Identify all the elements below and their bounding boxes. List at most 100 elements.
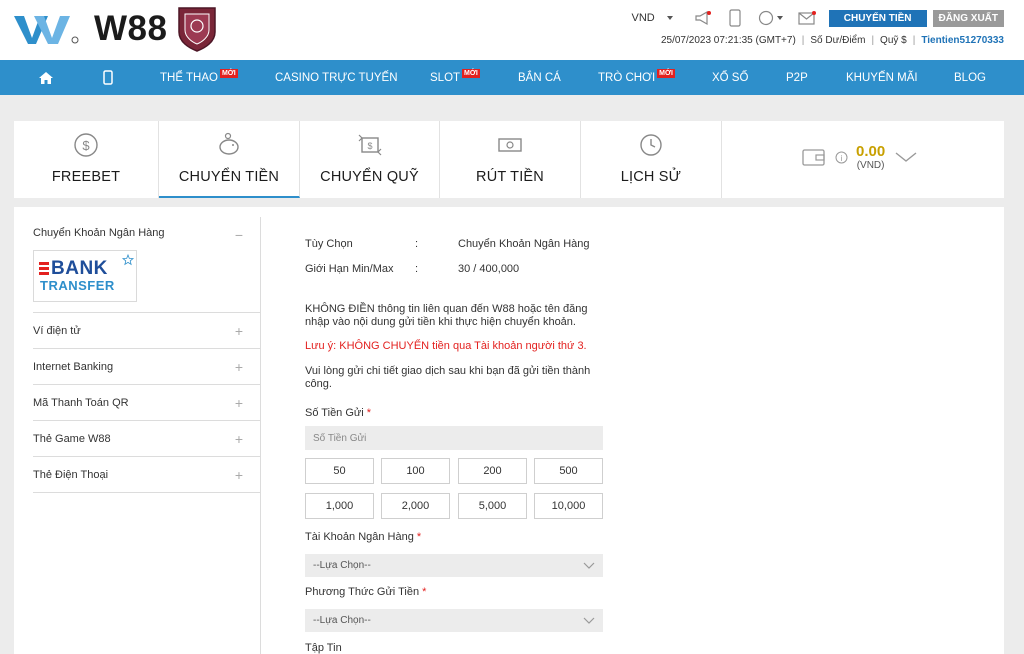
piggy-bank-icon xyxy=(219,132,239,155)
nav-mobile[interactable] xyxy=(103,60,113,95)
sidebar-item-qr-payment[interactable]: Mã Thanh Toán QR + xyxy=(33,385,261,421)
amount-preset-button[interactable]: 500 xyxy=(534,458,603,484)
tab-withdraw[interactable]: RÚT TIỀN xyxy=(440,121,581,198)
nav-home[interactable] xyxy=(38,60,54,95)
tab-history[interactable]: LỊCH SỬ xyxy=(581,121,722,198)
sidebar-item-game-card[interactable]: Thẻ Game W88 + xyxy=(33,421,261,457)
transfer-button[interactable]: CHUYỂN TIỀN xyxy=(828,9,927,27)
expand-icon[interactable]: + xyxy=(235,467,243,483)
divider: | xyxy=(801,35,805,46)
tab-deposit[interactable]: CHUYỂN TIỀN xyxy=(159,121,300,198)
tab-label: CHUYỂN TIỀN xyxy=(178,169,280,185)
amount-label-text: Số Tiền Gửi xyxy=(305,407,364,419)
nav-label: SLOT xyxy=(430,71,461,84)
expand-icon[interactable]: + xyxy=(235,323,243,339)
nav-label: P2P xyxy=(786,71,808,84)
option-label: Tùy Chọn xyxy=(305,238,353,250)
expand-icon[interactable]: + xyxy=(235,395,243,411)
w-logo-icon xyxy=(14,16,79,44)
colon: : xyxy=(415,238,419,250)
chevron-down-icon xyxy=(666,16,673,20)
nav-label: KHUYẾN MÃI xyxy=(846,71,918,84)
collapse-icon[interactable]: − xyxy=(235,227,243,243)
info-icon[interactable]: i xyxy=(835,151,848,164)
amount-preset-button[interactable]: 100 xyxy=(381,458,450,484)
amount-preset-button[interactable]: 2,000 xyxy=(381,493,450,519)
deposit-method-label-text: Phương Thức Gửi Tiền xyxy=(305,586,420,598)
bank-logo-line2: TRANSFER xyxy=(40,278,115,293)
tab-label: FREEBET xyxy=(51,169,121,185)
deposit-panel: Chuyển Khoản Ngân Hàng − BANK TRANSFER V… xyxy=(14,207,1004,654)
deposit-method-select[interactable]: --Lựa Chọn-- xyxy=(305,609,603,632)
points-balance-label[interactable]: Số Dư/Điểm xyxy=(810,35,865,46)
sidebar-item-phone-card[interactable]: Thẻ Điện Thoại + xyxy=(33,457,261,493)
tab-freebet[interactable]: $ FREEBET xyxy=(14,121,159,198)
bank-account-select[interactable]: --Lựa Chọn-- xyxy=(305,554,603,577)
nav-label: BẮN CÁ xyxy=(518,71,561,84)
megaphone-icon[interactable] xyxy=(693,9,713,27)
nav-promotions[interactable]: KHUYẾN MÃI xyxy=(846,60,918,95)
bank-logo-line1: BANK xyxy=(51,258,108,279)
sidebar-item-label: Mã Thanh Toán QR xyxy=(33,396,129,409)
main-nav: THỂ THAO MỚI CASINO TRỰC TUYẾN SLOT MỚI … xyxy=(0,60,1024,95)
currency-selector[interactable]: VND xyxy=(632,12,673,24)
chevron-down-icon xyxy=(583,562,595,569)
new-badge: MỚI xyxy=(219,69,238,78)
nav-sports[interactable]: THỂ THAO MỚI xyxy=(160,60,238,95)
nav-p2p[interactable]: P2P xyxy=(786,60,808,95)
wallet-balance[interactable]: i 0.00 (VND) xyxy=(801,143,917,171)
sidebar-item-internet-banking[interactable]: Internet Banking + xyxy=(33,349,261,385)
sidebar-item-ewallet[interactable]: Ví điện tử + xyxy=(33,313,261,349)
select-value: --Lựa Chọn-- xyxy=(313,560,371,571)
colon: : xyxy=(415,263,419,275)
cash-icon xyxy=(498,138,522,152)
amount-preset-button[interactable]: 200 xyxy=(458,458,527,484)
svg-text:$: $ xyxy=(82,138,90,153)
brand-name: W88 xyxy=(94,9,168,48)
datetime: 25/07/2023 07:21:35 (GMT+7) xyxy=(660,35,796,46)
sidebar-item-label: Chuyển Khoản Ngân Hàng xyxy=(33,227,165,239)
dollar-coin-icon: $ xyxy=(74,133,98,157)
tab-label: LỊCH SỬ xyxy=(620,169,682,185)
username[interactable]: Tientien51270333 xyxy=(921,35,1004,46)
fund-label[interactable]: Quỹ $ xyxy=(880,35,907,46)
divider: | xyxy=(871,35,875,46)
mail-icon[interactable] xyxy=(797,9,817,27)
header: W88 VND CHUYỂN TIỀN ĐĂNG XUẤT 25/07/2023… xyxy=(0,0,1024,60)
new-badge: MỚI xyxy=(462,69,480,78)
payment-methods-sidebar: Chuyển Khoản Ngân Hàng − BANK TRANSFER V… xyxy=(33,217,261,654)
chevron-down-icon xyxy=(777,16,784,20)
deposit-method-label: Phương Thức Gửi Tiền * xyxy=(305,586,426,598)
nav-lottery[interactable]: XỔ SỐ xyxy=(712,60,748,95)
logout-button[interactable]: ĐĂNG XUẤT xyxy=(932,9,1004,27)
amount-preset-button[interactable]: 10,000 xyxy=(534,493,603,519)
third-party-note: Lưu ý: KHÔNG CHUYỂN tiền qua Tài khoản n… xyxy=(305,340,587,352)
nav-slot[interactable]: SLOT MỚI xyxy=(430,60,480,95)
amount-preset-button[interactable]: 5,000 xyxy=(458,493,527,519)
nav-label: CASINO TRỰC TUYẾN xyxy=(275,71,398,84)
option-value: Chuyển Khoản Ngân Hàng xyxy=(458,238,590,250)
select-value: --Lựa Chọn-- xyxy=(313,615,371,626)
bank-transfer-logo[interactable]: BANK TRANSFER xyxy=(33,250,137,302)
tab-fund-transfer[interactable]: $ CHUYỂN QUỸ xyxy=(300,121,440,198)
amount-preset-button[interactable]: 50 xyxy=(305,458,374,484)
tab-label: RÚT TIỀN xyxy=(476,169,544,185)
nav-casino[interactable]: CASINO TRỰC TUYẾN xyxy=(275,60,398,95)
logo[interactable]: W88 xyxy=(14,4,217,54)
nav-games[interactable]: TRÒ CHƠI MỚI xyxy=(598,60,675,95)
nav-fishing[interactable]: BẮN CÁ xyxy=(518,60,561,95)
amount-input[interactable]: Số Tiền Gửi xyxy=(305,426,603,450)
circle-icon[interactable] xyxy=(757,9,785,27)
mobile-icon[interactable] xyxy=(725,9,745,27)
option-row: Tùy Chọn : Chuyển Khoản Ngân Hàng xyxy=(305,238,589,250)
expand-icon[interactable]: + xyxy=(235,359,243,375)
nav-blog[interactable]: BLOG xyxy=(954,60,986,95)
home-icon xyxy=(39,71,53,84)
expand-icon[interactable]: + xyxy=(235,431,243,447)
amount-preset-button[interactable]: 1,000 xyxy=(305,493,374,519)
nav-label: XỔ SỐ xyxy=(712,71,749,84)
required-mark: * xyxy=(366,407,372,419)
scrollbar-track[interactable] xyxy=(1014,207,1024,654)
required-mark: * xyxy=(416,531,422,543)
chevron-down-icon[interactable] xyxy=(895,151,917,163)
